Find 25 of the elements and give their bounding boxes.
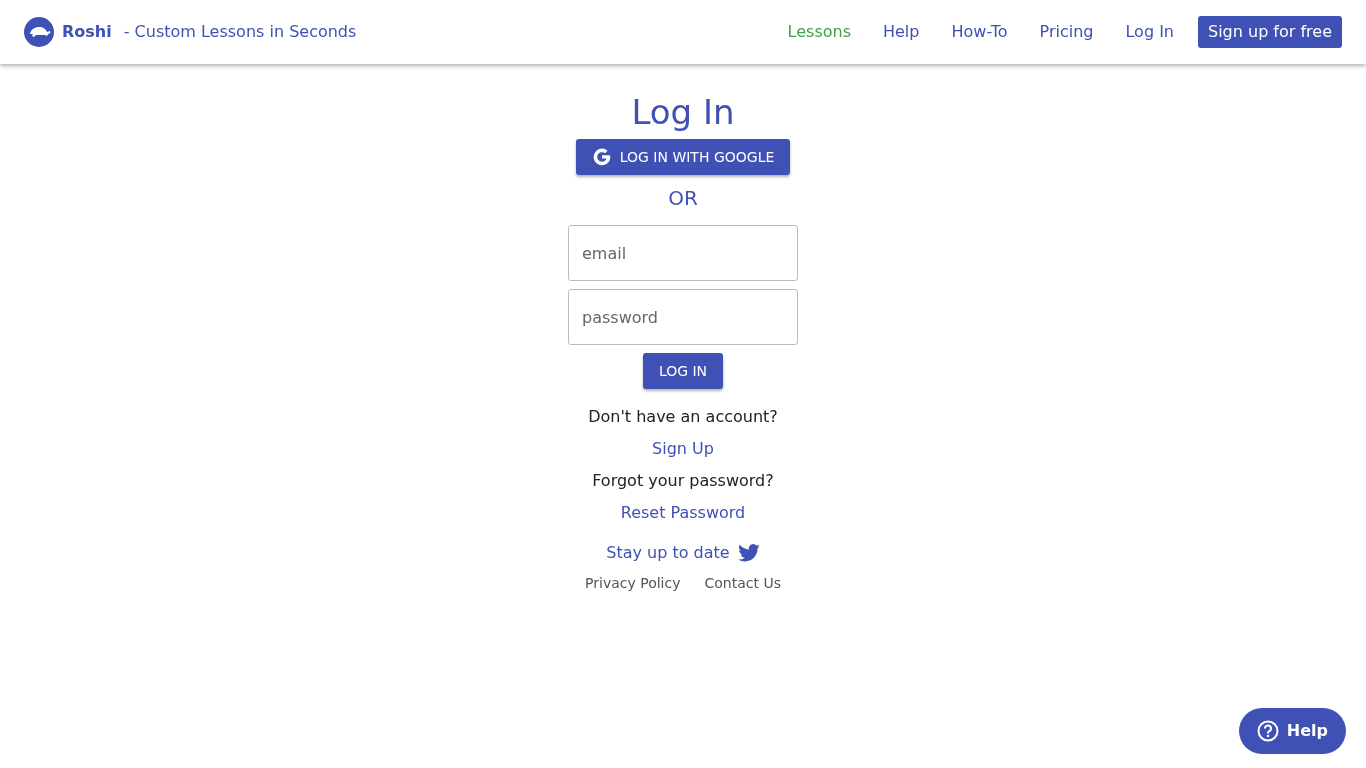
reset-password-link[interactable]: Reset Password	[620, 501, 746, 526]
nav-link[interactable]: How-To	[951, 20, 1008, 44]
email-field[interactable]: email	[568, 225, 798, 282]
question-icon	[1256, 720, 1279, 742]
turtle-logo-icon	[24, 17, 54, 47]
google-icon	[591, 147, 612, 168]
tagline: - Custom Lessons in Seconds	[123, 21, 357, 43]
google-login-button[interactable]: LOG IN WITH GOOGLE	[575, 139, 791, 176]
nav-link[interactable]: Log In	[1125, 20, 1174, 44]
page-title: Log In	[631, 94, 735, 132]
login-button[interactable]: LOG IN	[642, 353, 724, 390]
password-field[interactable]: password	[568, 289, 798, 346]
footer-link[interactable]: Contact Us	[704, 573, 781, 595]
nav-link[interactable]: Help	[883, 20, 920, 44]
footer-link[interactable]: Privacy Policy	[585, 573, 681, 595]
help-button[interactable]: Help	[1238, 708, 1346, 754]
or-divider-text: OR	[668, 185, 698, 213]
forgot-password-text: Forgot your password?	[592, 470, 774, 493]
signup-button[interactable]: Sign up for free	[1198, 16, 1342, 48]
sign-up-link[interactable]: Sign Up	[652, 437, 714, 462]
brand-name[interactable]: Roshi	[62, 20, 112, 44]
twitter-link[interactable]: Stay up to date	[606, 541, 760, 566]
bird-icon	[737, 544, 760, 563]
nav-link[interactable]: Pricing	[1039, 20, 1094, 44]
no-account-text: Don't have an account?	[588, 406, 778, 429]
